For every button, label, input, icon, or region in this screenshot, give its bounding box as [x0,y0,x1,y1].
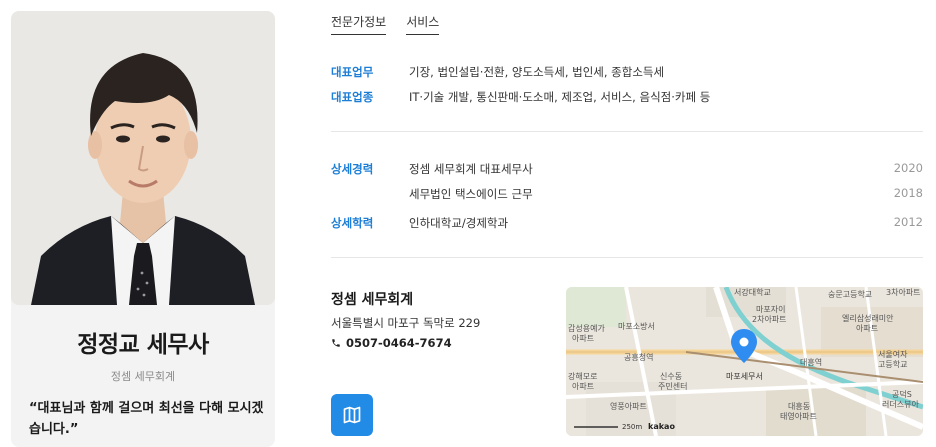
map-label: 공흥청역 [624,352,653,362]
career-item: 정셈 세무회계 대표세무사 [409,162,533,176]
office-address: 서울특별시 마포구 독막로 229 [331,316,481,330]
map-button[interactable] [331,394,373,436]
education-label: 상세학력 [331,216,374,230]
map-label: 대흥동 [788,401,810,411]
map-scale: 250m [622,423,642,431]
career-year: 2018 [893,186,923,200]
main-industry-value: IT·기술 개발, 통신판매·도소매, 제조업, 서비스, 음식점·카페 등 [409,90,711,104]
profile-name: 정정교 세무사 [77,332,209,358]
main-business-value: 기장, 법인설립·전환, 양도소득세, 법인세, 종합소득세 [409,65,665,79]
map-label: 2차아파트 [752,314,787,324]
office-phone[interactable]: 0507-0464-7674 [331,336,452,350]
map-label: 대흥역 [800,357,822,367]
career-label: 상세경력 [331,162,374,176]
main-business-row: 대표업무 기장, 법인설립·전환, 양도소득세, 법인세, 종합소득세 [331,64,923,80]
map-label: 아파트 [856,323,878,333]
map-label: 주민센터 [658,381,687,391]
map-label: 강해모로 [568,371,597,381]
tab-service[interactable]: 서비스 [406,13,440,35]
tab-expert-info[interactable]: 전문가정보 [331,13,387,35]
location-map[interactable]: 서강대학교 숭문고등학교 3차아파트 마포자이 2차아파트 갑성용예가 아파트 … [566,287,923,436]
profile-photo [11,11,275,305]
career-year: 2020 [893,161,923,175]
map-label: 3차아파트 [886,287,921,297]
map-label: 공덕S [892,389,912,399]
map-label: 엘리삼성래미안 [842,313,894,323]
office-phone-number: 0507-0464-7674 [346,336,452,350]
map-label: 고등학교 [878,359,907,369]
divider [331,257,923,258]
profile-quote: “대표님과 함께 걸으며 최선을 다해 모시겠습니다.” [29,401,264,437]
map-label: 서울여자 [878,349,908,359]
education-item: 인하대학교/경제학과 [409,216,509,230]
divider [331,131,923,132]
main-business-label: 대표업무 [331,65,374,79]
education-year: 2012 [893,215,923,229]
phone-icon [332,339,340,347]
map-label: 영풍아파트 [610,401,647,411]
map-label: 태영아파트 [780,411,817,421]
map-label: 아파트 [572,381,594,391]
career-row: 상세경력 정셈 세무회계 대표세무사 2020 [331,161,923,177]
map-brand: kakao [648,422,675,431]
map-label: 마포자이 [756,304,785,314]
map-icon [343,406,361,424]
career-item: 세무법인 택스에이드 근무 [409,187,533,201]
tab-bar: 전문가정보 서비스 [331,13,440,35]
main-industry-row: 대표업종 IT·기술 개발, 통신판매·도소매, 제조업, 서비스, 음식점·카… [331,89,923,105]
profile-card: 정정교 세무사 정셈 세무회계 “대표님과 함께 걸으며 최선을 다해 모시겠습… [11,11,275,447]
map-label: 마포소방서 [618,321,655,331]
main-industry-label: 대표업종 [331,90,374,104]
career-row: 세무법인 택스에이드 근무 2018 [331,186,923,202]
map-label: 서강대학교 [734,287,771,297]
education-row: 상세학력 인하대학교/경제학과 2012 [331,215,923,231]
profile-firm: 정셈 세무회계 [110,370,176,383]
map-label: 아파트 [572,333,594,343]
map-label: 신수동 [660,372,682,381]
office-name: 정셈 세무회계 [331,292,414,308]
map-label: 러더스뷰아 [882,399,919,409]
map-label: 숭문고등학교 [828,289,872,299]
map-label: 마포세무서 [726,372,763,381]
map-label: 갑성용예가 [568,323,605,333]
